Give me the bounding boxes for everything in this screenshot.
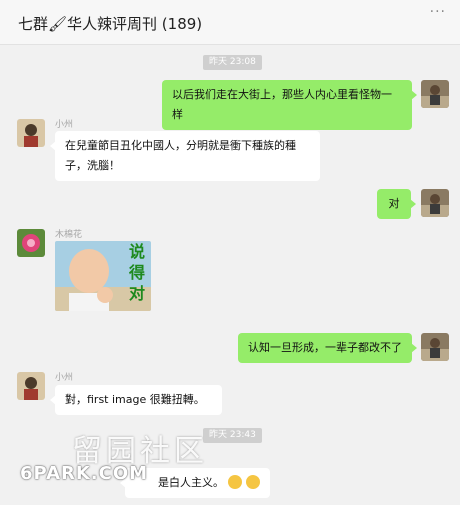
sender-name: 小州 <box>55 120 74 130</box>
message-bubble-outgoing[interactable]: 对 <box>377 189 416 219</box>
chat-title: 七群🖌华人辣评周刊 (189) <box>18 15 203 33</box>
message-text: 在兒童節目丑化中國人，分明就是衝下種族的種 <box>65 139 296 152</box>
smile-emoji-icon <box>228 475 242 489</box>
avatar[interactable] <box>17 229 45 257</box>
timestamp: 昨天 23:43 <box>203 428 262 443</box>
avatar[interactable] <box>421 189 449 217</box>
sticker-image[interactable]: 说得对 <box>55 241 151 311</box>
message-text: 是白人主义。 <box>158 476 224 489</box>
avatar[interactable] <box>17 372 45 400</box>
avatar[interactable] <box>421 333 449 361</box>
message-bubble-incoming[interactable]: 對，first image 很難扭轉。 <box>50 385 222 415</box>
timestamp: 昨天 23:08 <box>203 55 262 70</box>
message-bubble-incoming[interactable]: 在兒童節目丑化中國人，分明就是衝下種族的種 子，洗腦！ <box>50 131 320 181</box>
sender-name: 木棉花 <box>55 230 83 240</box>
more-options-icon[interactable]: ··· <box>430 4 446 20</box>
chat-header: 七群🖌华人辣评周刊 (189) ··· <box>0 0 460 45</box>
avatar[interactable] <box>17 119 45 147</box>
sender-name: 小州 <box>55 373 74 383</box>
message-text: 子，洗腦！ <box>65 159 120 172</box>
smile-emoji-icon <box>246 475 260 489</box>
sticker-caption: 说得对 <box>128 242 145 303</box>
watermark-url: 6PARK.COM <box>20 463 149 484</box>
message-bubble-outgoing[interactable]: 以后我们走在大街上，那些人内心里看怪物一样 <box>162 80 417 130</box>
message-bubble-outgoing[interactable]: 认知一旦形成，一辈子都改不了 <box>238 333 417 363</box>
avatar[interactable] <box>421 80 449 108</box>
